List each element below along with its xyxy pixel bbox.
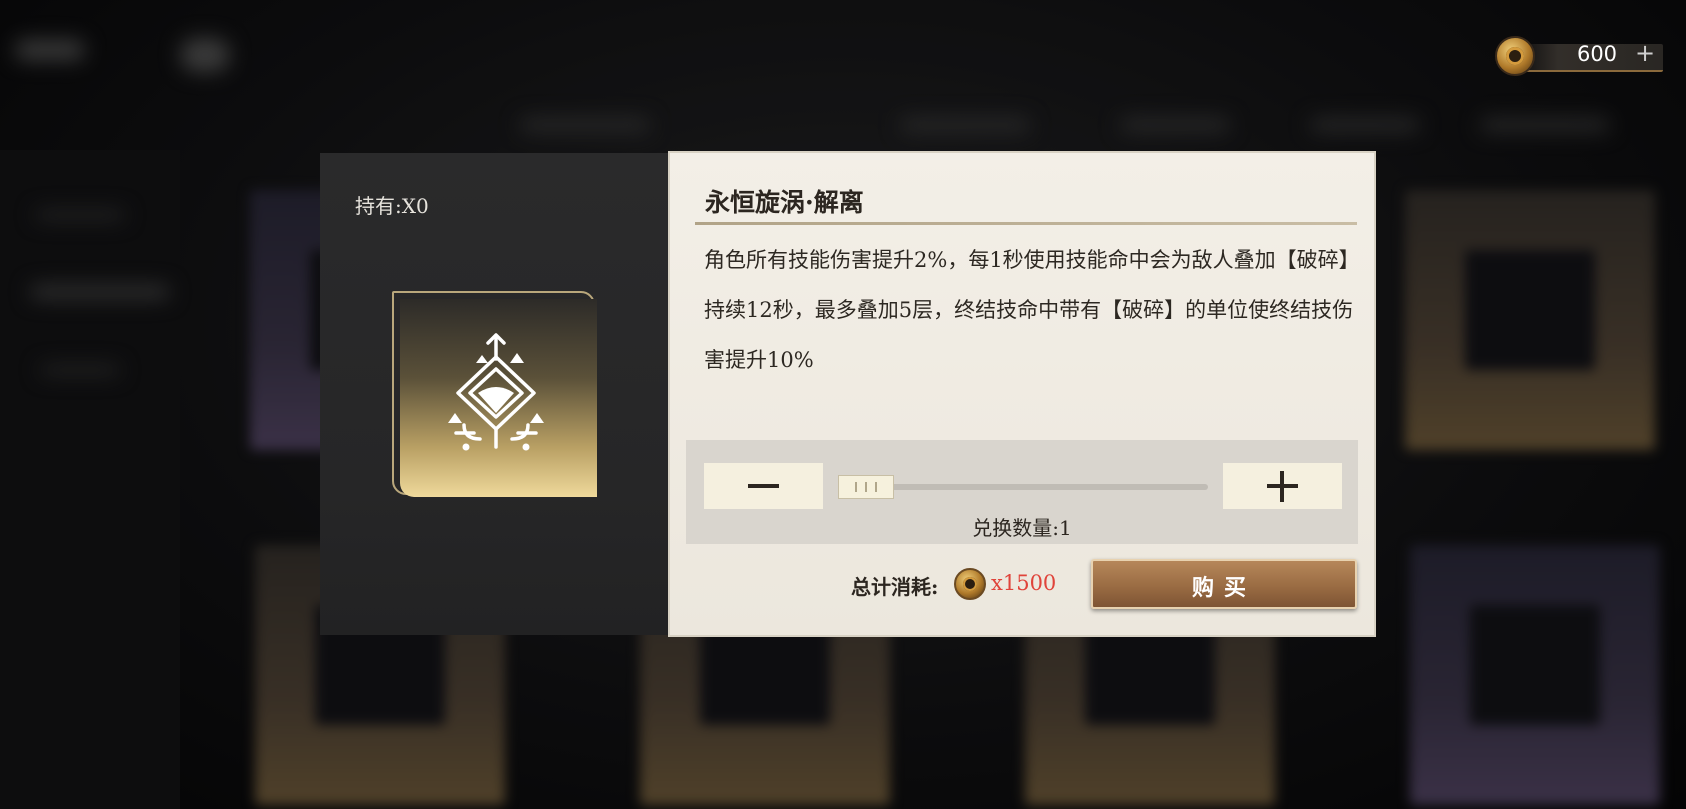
plus-icon-vertical (1280, 471, 1284, 502)
decrease-quantity-button[interactable] (704, 463, 823, 509)
coin-icon (1495, 36, 1535, 76)
rune-emblem-icon (448, 333, 544, 451)
holding-count: 持有:X0 (355, 194, 429, 218)
add-currency-button[interactable]: + (1635, 39, 1655, 67)
minus-icon (748, 484, 779, 488)
increase-quantity-button[interactable] (1223, 463, 1342, 509)
quantity-slider-handle[interactable] (838, 475, 894, 499)
exchange-quantity-label: 兑换数量:1 (972, 516, 1072, 540)
title-divider (695, 222, 1357, 225)
item-description: 角色所有技能伤害提升2%，每1秒使用技能命中会为敌人叠加【破碎】持续12秒，最多… (704, 248, 1354, 372)
currency-amount: 600 (1576, 42, 1618, 66)
total-cost-value: x1500 (991, 571, 1057, 595)
total-cost-label: 总计消耗: (851, 575, 939, 599)
buy-button[interactable]: 购买 (1091, 559, 1357, 609)
coin-icon (954, 568, 986, 600)
item-card (392, 291, 597, 497)
currency-display: 600 + (1495, 36, 1667, 76)
item-title: 永恒旋涡·解离 (705, 188, 864, 217)
buy-button-label: 购买 (1191, 575, 1256, 601)
